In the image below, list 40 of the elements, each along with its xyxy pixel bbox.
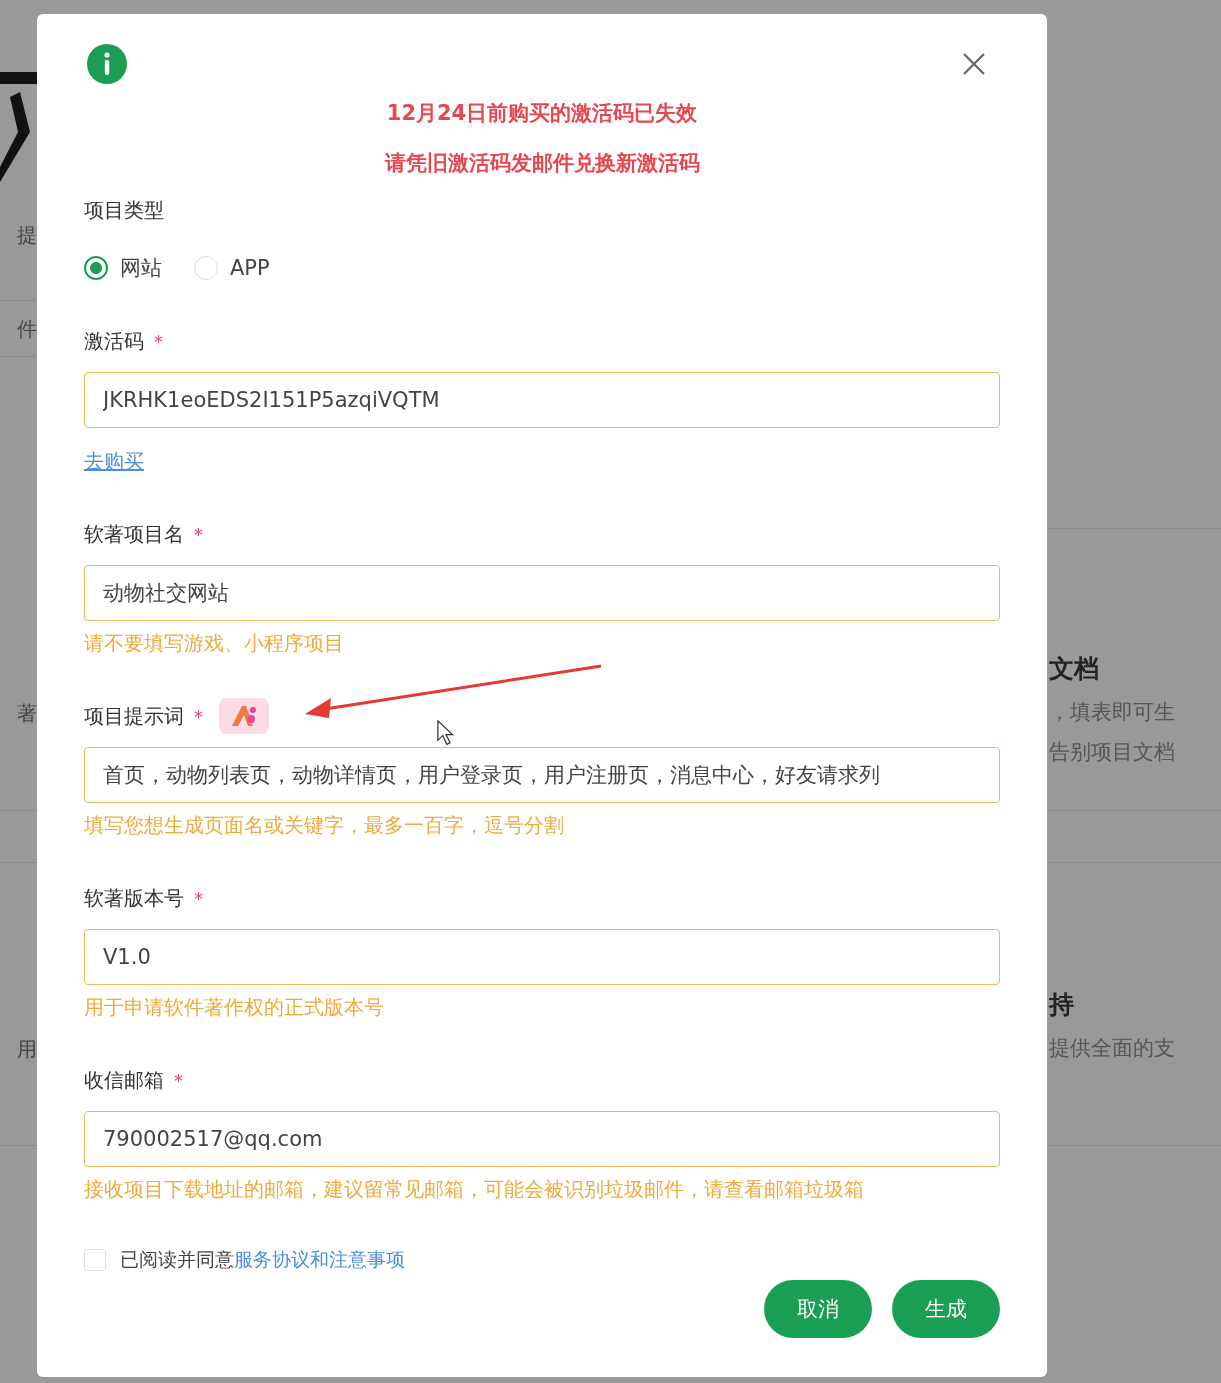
ai-sparkle-icon (229, 703, 259, 729)
radio-option[interactable]: 网站 (84, 254, 162, 282)
background-text: 著 (16, 700, 37, 727)
field-label: 激活码 (84, 327, 144, 355)
input-field[interactable]: V1.0 (84, 929, 1000, 985)
radio-option[interactable]: APP (194, 254, 270, 282)
ai-button[interactable] (219, 698, 269, 734)
input-field[interactable]: 动物社交网站 (84, 565, 1000, 621)
agreement-link[interactable]: 服务协议和注意事项 (234, 1248, 405, 1270)
background-text: 提供全面的支 (1049, 1035, 1175, 1062)
required-mark: * (194, 705, 203, 727)
checkbox[interactable] (84, 1249, 106, 1271)
cursor-icon (437, 720, 455, 746)
hint-text: 接收项目下载地址的邮箱，建议留常见邮箱，可能会被识别垃圾邮件，请查看邮箱垃圾箱 (84, 1176, 865, 1203)
background-heading: 持 (1049, 989, 1074, 1021)
required-mark: * (194, 887, 203, 909)
field-label: 软著版本号 (84, 884, 184, 912)
background-text: 用 (16, 1036, 37, 1063)
required-mark: * (174, 1069, 183, 1091)
background-heading: 文档 (1049, 653, 1099, 685)
background-text: ，填表即可生 (1049, 699, 1175, 726)
agreement-text: 已阅读并同意服务协议和注意事项 (120, 1247, 405, 1272)
close-button[interactable] (962, 52, 986, 76)
notice-text: 请凭旧激活码发邮件兑换新激活码 (384, 150, 700, 177)
required-mark: * (194, 523, 203, 545)
background-text: 告别项目文档 (1049, 739, 1175, 766)
hint-text: 填写您想生成页面名或关键字，最多一百字，逗号分割 (84, 812, 565, 839)
input-field[interactable]: 790002517@qq.com (84, 1111, 1000, 1167)
background-text: 提 (16, 222, 37, 249)
field-label: 软著项目名 (84, 520, 184, 548)
hint-text: 用于申请软件著作权的正式版本号 (84, 994, 385, 1021)
notice-text: 12月24日前购买的激活码已失效 (386, 100, 698, 127)
field-label: 项目提示词 (84, 702, 184, 730)
info-icon (87, 44, 127, 84)
input-field[interactable]: 首页，动物列表页，动物详情页，用户登录页，用户注册页，消息中心，好友请求列 (84, 747, 1000, 803)
hint-text: 请不要填写游戏、小程序项目 (84, 630, 345, 657)
required-mark: * (154, 330, 163, 352)
field-label: 收信邮箱 (84, 1066, 164, 1094)
background-text: 件 (16, 316, 37, 343)
field-label: 项目类型 (84, 197, 165, 224)
